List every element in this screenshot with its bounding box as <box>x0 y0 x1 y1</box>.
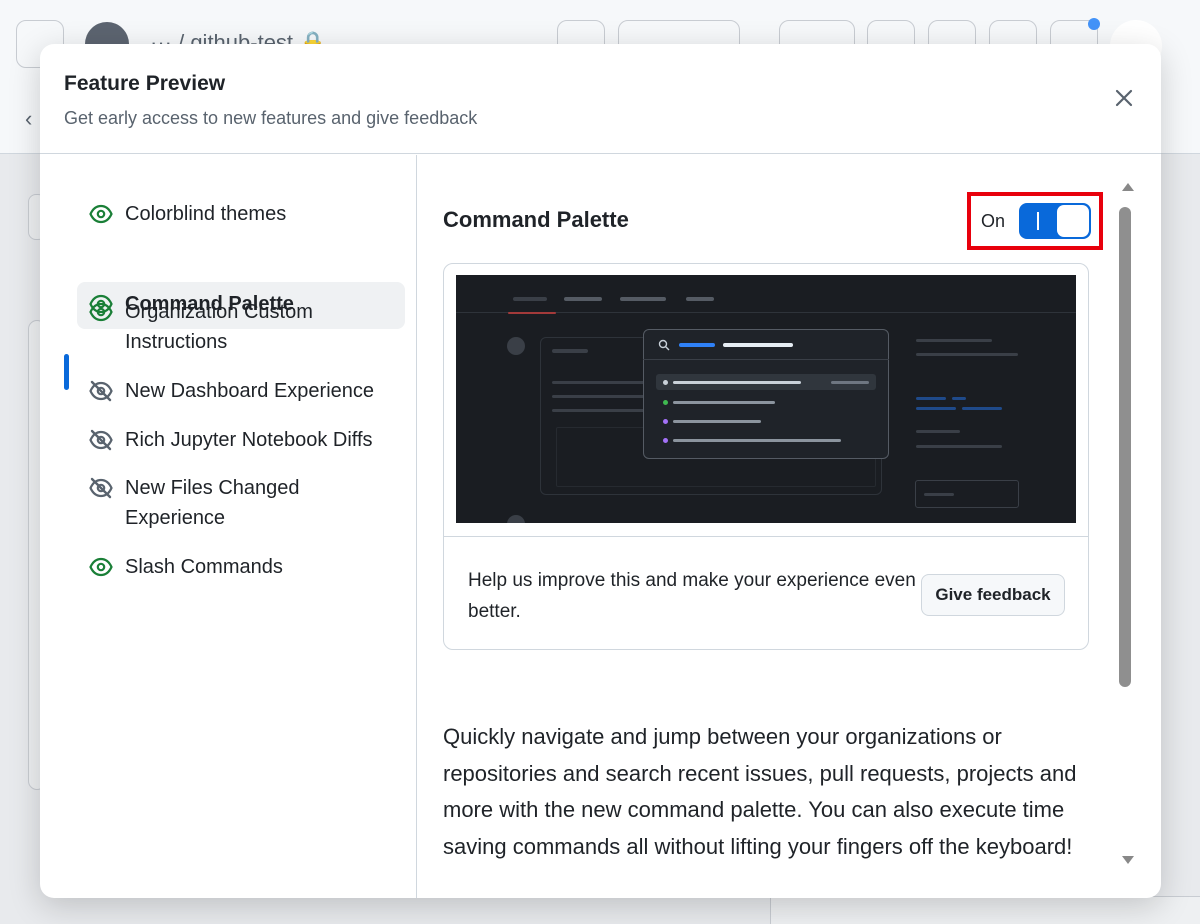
close-icon <box>1115 89 1133 107</box>
feature-item-label: Colorblind themes <box>125 203 287 225</box>
feature-item-org-custom-instructions[interactable]: Organization Custom Instructions <box>77 290 405 367</box>
feature-item-slash-commands[interactable]: Slash Commands <box>77 545 405 592</box>
feature-item-label: New Dashboard Experience <box>125 380 375 402</box>
feature-item-label: Rich Jupyter Notebook Diffs <box>125 429 373 451</box>
feature-detail: Command Palette On Help us improve this … <box>418 155 1161 898</box>
feature-toggle-switch[interactable] <box>1019 203 1092 239</box>
give-feedback-button[interactable]: Give feedback <box>921 574 1065 616</box>
feature-item-jupyter-diffs[interactable]: Rich Jupyter Notebook Diffs <box>77 418 405 465</box>
feature-item-label: Slash Commands <box>125 556 283 578</box>
eye-icon <box>89 204 113 224</box>
notification-dot <box>1088 18 1100 30</box>
feature-item-new-dashboard[interactable]: New Dashboard Experience <box>77 369 405 416</box>
eye-closed-icon <box>89 380 113 402</box>
feature-item-label: Organization Custom Instructions <box>125 301 313 353</box>
dialog-subtitle: Get early access to new features and giv… <box>64 108 478 128</box>
feature-preview-dialog: Feature Preview Get early access to new … <box>40 44 1161 898</box>
toggle-on-mark <box>1037 212 1040 230</box>
feature-description: Quickly navigate and jump between your o… <box>443 724 1077 859</box>
feature-item-colorblind-themes[interactable]: Colorblind themes <box>77 192 405 239</box>
dialog-title: Feature Preview <box>64 72 226 95</box>
scroll-down-arrow-icon[interactable] <box>1122 856 1134 864</box>
feature-item-label: New Files Changed Experience <box>125 477 300 529</box>
eye-icon <box>89 302 113 322</box>
scroll-up-arrow-icon[interactable] <box>1122 183 1134 191</box>
active-indicator <box>64 354 69 390</box>
dialog-header: Feature Preview Get early access to new … <box>40 44 1161 154</box>
back-chevron-icon[interactable]: ‹ <box>25 106 32 132</box>
eye-closed-icon <box>89 429 113 451</box>
feedback-prompt: Help us improve this and make your exper… <box>468 570 916 622</box>
feedback-section: Help us improve this and make your exper… <box>444 536 1088 650</box>
preview-card: Help us improve this and make your exper… <box>443 263 1089 650</box>
eye-closed-icon <box>89 477 113 499</box>
feature-list: Colorblind themes Command Palette Organi… <box>40 155 417 898</box>
background-side-panel <box>770 896 1200 924</box>
close-button[interactable] <box>1108 82 1140 114</box>
command-palette-preview-image <box>456 275 1076 523</box>
feature-title: Command Palette <box>443 207 629 232</box>
toggle-highlight: On <box>967 192 1103 250</box>
scroll-thumb[interactable] <box>1119 207 1131 687</box>
eye-icon <box>89 557 113 577</box>
scrollbar[interactable] <box>1117 177 1137 877</box>
toggle-state-label: On <box>981 210 1006 231</box>
feature-item-new-files-changed[interactable]: New Files Changed Experience <box>77 466 405 543</box>
toggle-knob <box>1057 205 1090 237</box>
